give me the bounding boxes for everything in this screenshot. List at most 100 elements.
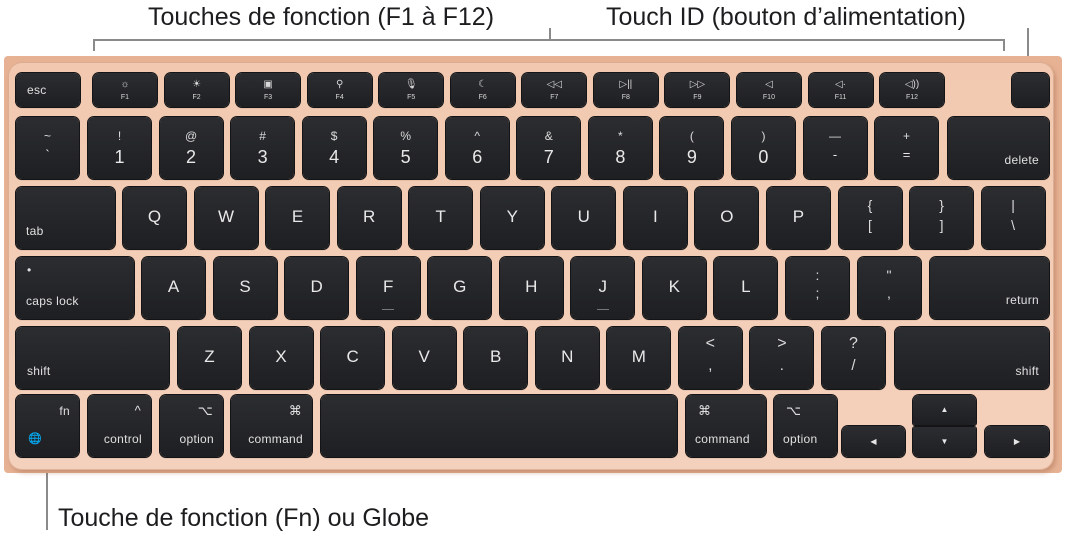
key-comma[interactable]: <, bbox=[678, 327, 742, 389]
key-g[interactable]: G bbox=[428, 257, 492, 319]
key-9[interactable]: (9 bbox=[660, 117, 724, 179]
key-o[interactable]: O bbox=[695, 187, 759, 249]
key-f2[interactable]: ☀ F2 bbox=[164, 73, 229, 107]
key-period[interactable]: >. bbox=[750, 327, 814, 389]
key-e[interactable]: E bbox=[266, 187, 330, 249]
key-f7-label: F7 bbox=[550, 94, 559, 101]
key-s[interactable]: S bbox=[213, 257, 277, 319]
key-f12[interactable]: ◁)) F12 bbox=[880, 73, 945, 107]
key-letter: C bbox=[346, 347, 359, 366]
brightness-down-icon: ☼ bbox=[120, 79, 130, 90]
key-shift-symbol: : bbox=[815, 267, 820, 283]
key-6[interactable]: ^ 6 bbox=[445, 117, 509, 179]
key-arrow-right[interactable]: ▶ bbox=[985, 426, 1049, 457]
key-t[interactable]: T bbox=[409, 187, 473, 249]
key-shift-symbol: @ bbox=[184, 129, 198, 143]
key-shift-symbol: % bbox=[400, 129, 412, 143]
key-symbol: - bbox=[832, 147, 838, 162]
key-option-left[interactable]: ⌥ option bbox=[160, 395, 223, 457]
key-symbol: , bbox=[887, 285, 891, 301]
key-5[interactable]: % 5 bbox=[374, 117, 438, 179]
key-arrow-up[interactable]: ▲ bbox=[913, 395, 976, 425]
key-l[interactable]: L bbox=[714, 257, 778, 319]
key-delete[interactable]: delete bbox=[948, 117, 1049, 179]
key-semicolon[interactable]: :; bbox=[785, 257, 849, 319]
key-d[interactable]: D bbox=[285, 257, 349, 319]
key-caps-lock[interactable]: • caps lock bbox=[16, 257, 134, 319]
key-i[interactable]: I bbox=[623, 187, 687, 249]
key-shift-symbol: > bbox=[777, 335, 787, 352]
key-command-left[interactable]: ⌘ command bbox=[231, 395, 312, 457]
key-letter: D bbox=[310, 277, 323, 296]
key-minus[interactable]: — - bbox=[803, 117, 867, 179]
key-letter: Z bbox=[204, 347, 215, 366]
key-f3[interactable]: ▣ F3 bbox=[236, 73, 301, 107]
key-u[interactable]: U bbox=[552, 187, 616, 249]
key-w[interactable]: W bbox=[194, 187, 258, 249]
key-f10[interactable]: ◁ F10 bbox=[736, 73, 801, 107]
key-f6[interactable]: ☾ F6 bbox=[450, 73, 515, 107]
key-quote[interactable]: ", bbox=[857, 257, 921, 319]
key-return-label: return bbox=[1005, 293, 1039, 307]
key-space[interactable] bbox=[321, 395, 677, 457]
key-f5[interactable]: 🎙 F5 bbox=[379, 73, 444, 107]
key-option-right[interactable]: ⌥ option bbox=[774, 395, 837, 457]
key-z[interactable]: Z bbox=[178, 327, 241, 389]
key-3[interactable]: #3 bbox=[231, 117, 295, 179]
key-tab[interactable]: tab bbox=[16, 187, 115, 249]
play-pause-icon: ▷|| bbox=[619, 79, 633, 90]
key-option-left-symbol-icon: ⌥ bbox=[197, 403, 213, 418]
key-letter: I bbox=[652, 207, 658, 226]
key-control[interactable]: ^ control bbox=[88, 395, 151, 457]
key-c[interactable]: C bbox=[321, 327, 385, 389]
key-k[interactable]: K bbox=[642, 257, 706, 319]
key-7[interactable]: & 7 bbox=[517, 117, 581, 179]
key-equals[interactable]: + = bbox=[875, 117, 939, 179]
key-shift-right[interactable]: shift bbox=[895, 327, 1049, 389]
key-f11[interactable]: ◁· F11 bbox=[808, 73, 873, 107]
key-n[interactable]: N bbox=[535, 327, 599, 389]
key-return[interactable]: return bbox=[930, 257, 1049, 319]
key-q[interactable]: Q bbox=[123, 187, 186, 249]
key-0[interactable]: ) 0 bbox=[731, 117, 795, 179]
key-x[interactable]: X bbox=[249, 327, 313, 389]
key-command-right[interactable]: ⌘ command bbox=[686, 395, 766, 457]
key-4[interactable]: $4 bbox=[302, 117, 366, 179]
key-b[interactable]: B bbox=[464, 327, 528, 389]
key-shift-symbol: ( bbox=[689, 129, 694, 143]
key-f7[interactable]: ◁◁ F7 bbox=[522, 73, 587, 107]
key-arrow-left[interactable]: ◀ bbox=[842, 426, 905, 457]
key-slash[interactable]: ? / bbox=[821, 327, 885, 389]
key-f9[interactable]: ▷▷ F9 bbox=[665, 73, 730, 107]
key-backtick[interactable]: ~ ` bbox=[16, 117, 79, 179]
key-v[interactable]: V bbox=[392, 327, 456, 389]
key-left-bracket[interactable]: {[ bbox=[838, 187, 902, 249]
key-f8[interactable]: ▷|| F8 bbox=[593, 73, 658, 107]
key-letter: S bbox=[239, 277, 251, 296]
key-h[interactable]: H bbox=[499, 257, 563, 319]
key-2[interactable]: @2 bbox=[159, 117, 223, 179]
key-1[interactable]: ! 1 bbox=[88, 117, 151, 179]
key-touch-id[interactable] bbox=[1012, 73, 1049, 107]
key-y[interactable]: Y bbox=[480, 187, 544, 249]
key-m[interactable]: M bbox=[607, 327, 671, 389]
key-letter: J bbox=[598, 277, 608, 296]
key-shift-left[interactable]: shift bbox=[16, 327, 169, 389]
key-f8-label: F8 bbox=[621, 94, 630, 101]
key-backslash[interactable]: | \ bbox=[981, 187, 1045, 249]
key-r[interactable]: R bbox=[337, 187, 401, 249]
key-8[interactable]: * 8 bbox=[588, 117, 652, 179]
key-arrow-down[interactable]: ▼ bbox=[913, 427, 976, 457]
key-f1[interactable]: ☼ F1 bbox=[93, 73, 157, 107]
key-j[interactable]: J bbox=[571, 257, 635, 319]
key-right-bracket[interactable]: }] bbox=[910, 187, 974, 249]
key-p[interactable]: P bbox=[766, 187, 830, 249]
callout-function-keys: Touches de fonction (F1 à F12) bbox=[148, 3, 495, 31]
key-shift-left-label: shift bbox=[27, 364, 51, 378]
key-fn-globe[interactable]: fn 🌐 bbox=[16, 395, 79, 457]
key-esc[interactable]: esc bbox=[16, 73, 80, 107]
key-f[interactable]: F bbox=[356, 257, 420, 319]
key-shift-symbol: + bbox=[903, 129, 911, 143]
key-f4[interactable]: ⚲ F4 bbox=[307, 73, 372, 107]
key-a[interactable]: A bbox=[142, 257, 205, 319]
